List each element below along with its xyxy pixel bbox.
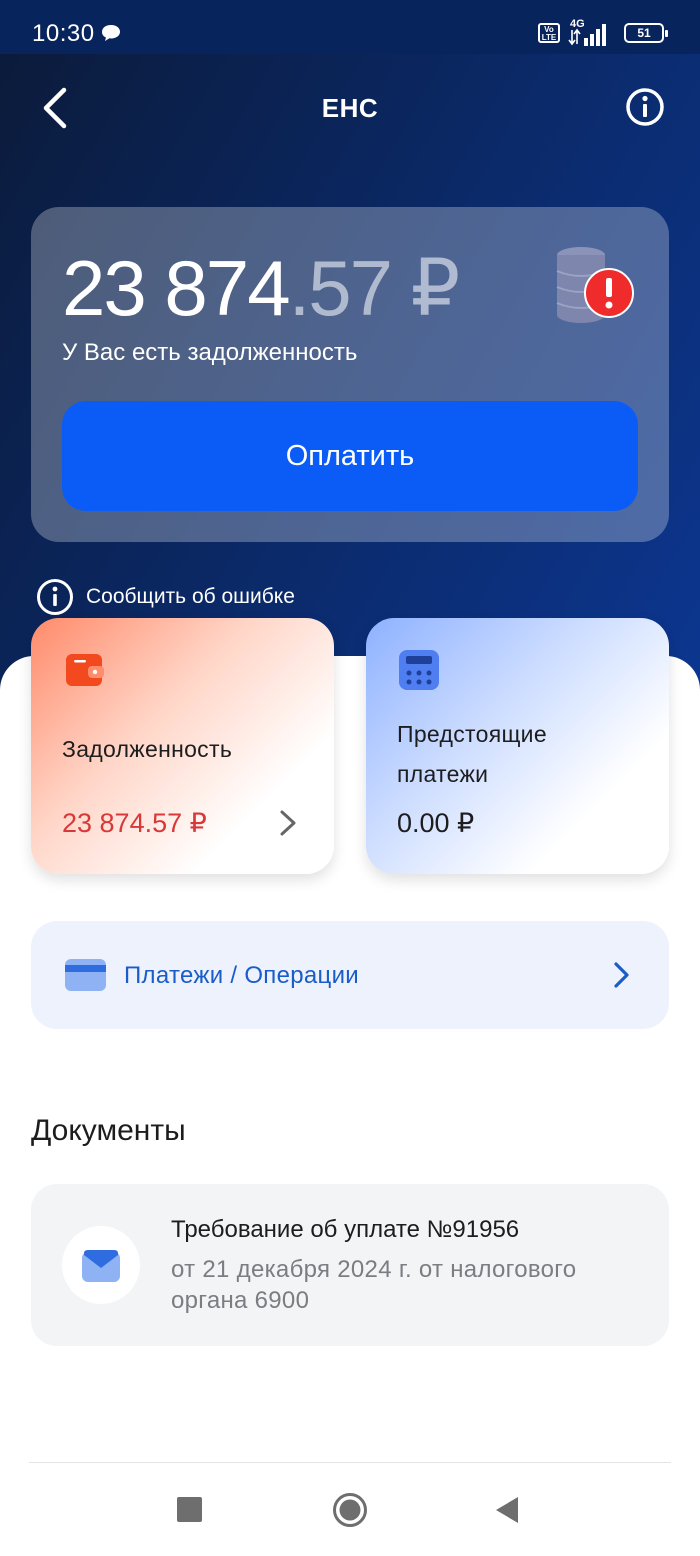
upcoming-tile-amount: 0.00 ₽ — [397, 808, 475, 838]
volte-indicator: Vo LTE — [538, 23, 560, 43]
report-error-link[interactable]: Сообщить об ошибке — [36, 578, 295, 616]
network-type: 4G — [570, 18, 585, 30]
wallet-icon — [66, 654, 104, 686]
balance-card: 23 874.57 ₽ У Вас есть задолженность Опл… — [31, 207, 669, 542]
balance-amount-decimal: .57 ₽ — [288, 244, 461, 332]
upcoming-payments-tile[interactable]: Предстоящие платежи 0.00 ₽ — [366, 618, 669, 874]
chevron-right-icon — [280, 810, 296, 836]
chat-bubble-icon — [102, 25, 120, 41]
documents-heading: Документы — [31, 1114, 186, 1147]
upcoming-tile-label: Предстоящие платежи — [397, 721, 547, 787]
debt-tile[interactable]: Задолженность 23 874.57 ₽ — [31, 618, 334, 874]
debt-tile-amount: 23 874.57 ₽ — [62, 808, 207, 838]
payments-operations-row[interactable]: Платежи / Операции — [31, 921, 669, 1029]
debt-message: У Вас есть задолженность — [62, 339, 358, 366]
info-icon[interactable] — [625, 87, 665, 127]
document-item[interactable]: Требование об уплате №91956 от 21 декабр… — [31, 1184, 669, 1346]
recents-button[interactable] — [177, 1497, 202, 1522]
envelope-icon — [82, 1250, 120, 1282]
page-title: ЕНС — [321, 93, 379, 123]
status-indicators: Vo LTE 4G 51 — [538, 16, 668, 50]
battery-indicator: 51 — [624, 23, 668, 43]
report-error-label: Сообщить об ошибке — [86, 585, 295, 608]
chevron-right-icon — [614, 962, 629, 988]
document-subtitle: от 21 декабря 2024 г. от налогового орга… — [171, 1256, 577, 1314]
pay-button[interactable]: Оплатить — [62, 401, 638, 511]
nav-back-button[interactable] — [494, 1495, 520, 1525]
home-button[interactable] — [332, 1492, 368, 1528]
nav-divider — [29, 1462, 671, 1463]
document-title: Требование об уплате №91956 — [171, 1216, 520, 1243]
document-icon-wrap — [62, 1226, 140, 1304]
coins-warning-icon — [556, 247, 634, 323]
status-bar: 10:30 Vo LTE 4G 51 — [0, 0, 700, 54]
card-icon — [65, 959, 106, 991]
info-circle-icon — [37, 579, 73, 615]
debt-tile-label: Задолженность — [62, 736, 233, 762]
signal-icon: 4G — [568, 18, 612, 48]
payments-operations-label: Платежи / Операции — [124, 962, 360, 989]
calculator-icon — [399, 650, 439, 690]
balance-amount-integer: 23 874 — [62, 244, 291, 332]
status-time: 10:30 — [32, 20, 95, 47]
balance-amount: 23 874.57 ₽ — [62, 243, 461, 334]
